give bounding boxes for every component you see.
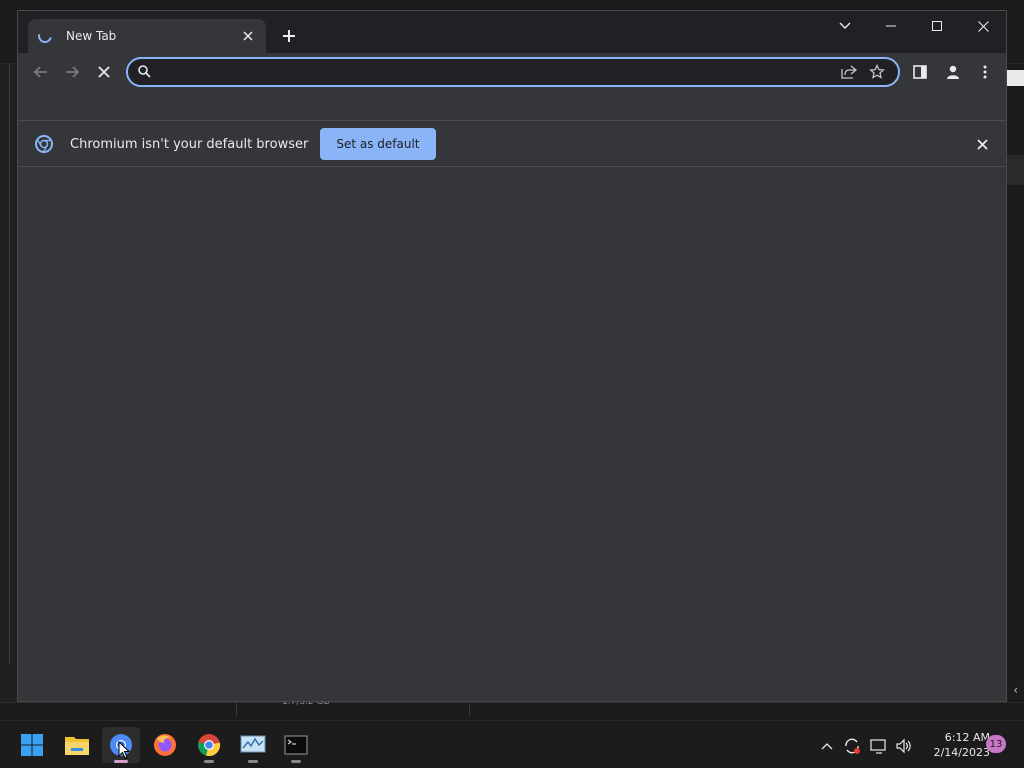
- statusbar-divider: [469, 702, 470, 716]
- firefox-taskbar-button[interactable]: [146, 727, 184, 763]
- omnibox[interactable]: [126, 57, 900, 87]
- browser-toolbar: [18, 53, 1006, 91]
- background-scrollbar-arrow[interactable]: [1006, 70, 1024, 86]
- page-content: [18, 168, 1006, 701]
- bookmark-star-icon[interactable]: [866, 61, 888, 83]
- forward-button[interactable]: [59, 59, 85, 85]
- statusbar-divider: [236, 702, 237, 716]
- resource-monitor-taskbar-button[interactable]: [234, 727, 272, 763]
- clock[interactable]: 6:12 AM 2/14/2023: [918, 730, 990, 760]
- network-icon[interactable]: [868, 735, 890, 757]
- chrome-taskbar-button[interactable]: [190, 727, 228, 763]
- notification-badge[interactable]: 13: [986, 735, 1006, 753]
- volume-icon[interactable]: [893, 735, 915, 757]
- set-as-default-button[interactable]: Set as default: [320, 128, 436, 160]
- monitor-icon: [240, 735, 266, 753]
- share-icon[interactable]: [838, 61, 860, 83]
- chromium-window: New Tab Chromium isn't your default brow…: [17, 10, 1007, 702]
- stop-loading-button[interactable]: [91, 59, 117, 85]
- terminal-icon: [284, 735, 308, 755]
- close-window-button[interactable]: [960, 11, 1006, 41]
- clock-time: 6:12 AM: [944, 731, 990, 744]
- terminal-taskbar-button[interactable]: [277, 727, 315, 763]
- clock-date: 2/14/2023: [933, 746, 990, 759]
- windows-icon: [21, 734, 43, 756]
- mouse-cursor-icon: [118, 741, 130, 759]
- window-controls: [822, 11, 1006, 41]
- tab-close-icon[interactable]: [240, 28, 256, 44]
- profile-icon[interactable]: [940, 59, 966, 85]
- infobar-message: Chromium isn't your default browser: [70, 136, 309, 152]
- chrome-icon: [198, 734, 221, 757]
- infobar-close-icon[interactable]: [974, 136, 990, 152]
- tab-search-button[interactable]: [822, 11, 868, 41]
- minimize-button[interactable]: [868, 11, 914, 41]
- running-indicator: [204, 760, 214, 763]
- tab-strip: New Tab: [18, 11, 1006, 53]
- address-input[interactable]: [159, 64, 832, 80]
- running-indicator: [291, 760, 301, 763]
- active-indicator: [114, 760, 128, 763]
- back-button[interactable]: [28, 59, 54, 85]
- search-icon: [138, 63, 151, 82]
- taskbar: 6:12 AM 2/14/2023: [0, 720, 1024, 768]
- new-tab-button[interactable]: [278, 25, 300, 47]
- firefox-icon: [154, 734, 176, 756]
- background-window-statusbar: [0, 702, 1024, 720]
- sync-icon[interactable]: [841, 735, 863, 757]
- bookmark-bar: [18, 91, 1006, 121]
- tab-new-tab[interactable]: New Tab: [28, 19, 266, 53]
- chromium-logo-icon: [35, 135, 53, 153]
- maximize-button[interactable]: [914, 11, 960, 41]
- loading-spinner-icon: [35, 26, 55, 46]
- folder-icon: [65, 737, 89, 755]
- background-scrollbar-thumb[interactable]: [1006, 155, 1024, 185]
- side-panel-button[interactable]: [907, 59, 933, 85]
- chevron-up-icon[interactable]: [816, 735, 838, 757]
- running-indicator: [248, 760, 258, 763]
- default-browser-infobar: Chromium isn't your default browser Set …: [18, 122, 1006, 167]
- start-button[interactable]: [13, 727, 51, 763]
- background-window-left-edge: [0, 64, 10, 664]
- chevron-left-icon[interactable]: ‹: [1013, 683, 1018, 697]
- file-explorer-button[interactable]: [58, 727, 96, 763]
- tab-title: New Tab: [66, 29, 117, 43]
- menu-kebab-icon[interactable]: [972, 59, 998, 85]
